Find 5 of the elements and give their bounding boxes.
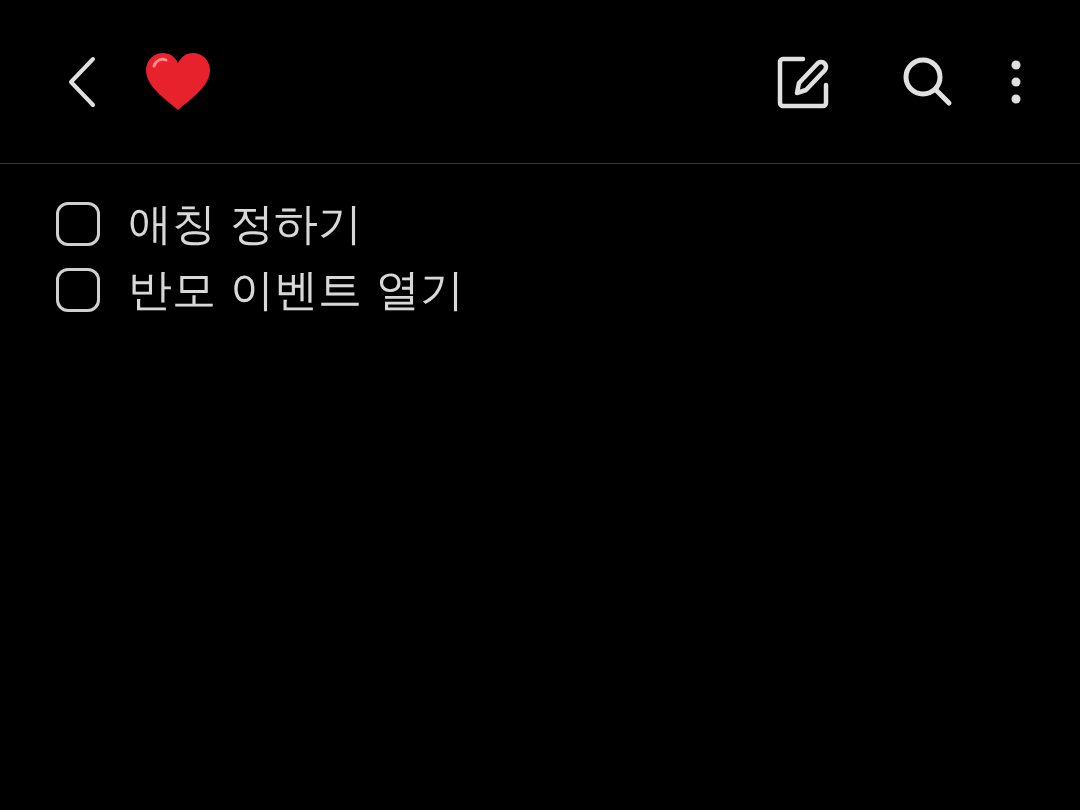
checkbox[interactable]	[56, 268, 100, 312]
checkbox[interactable]	[56, 202, 100, 246]
checklist-item-text: 애칭 정하기	[128, 200, 362, 248]
heart-icon	[144, 51, 212, 112]
checklist-item-text: 반모 이벤트 열기	[128, 266, 464, 314]
